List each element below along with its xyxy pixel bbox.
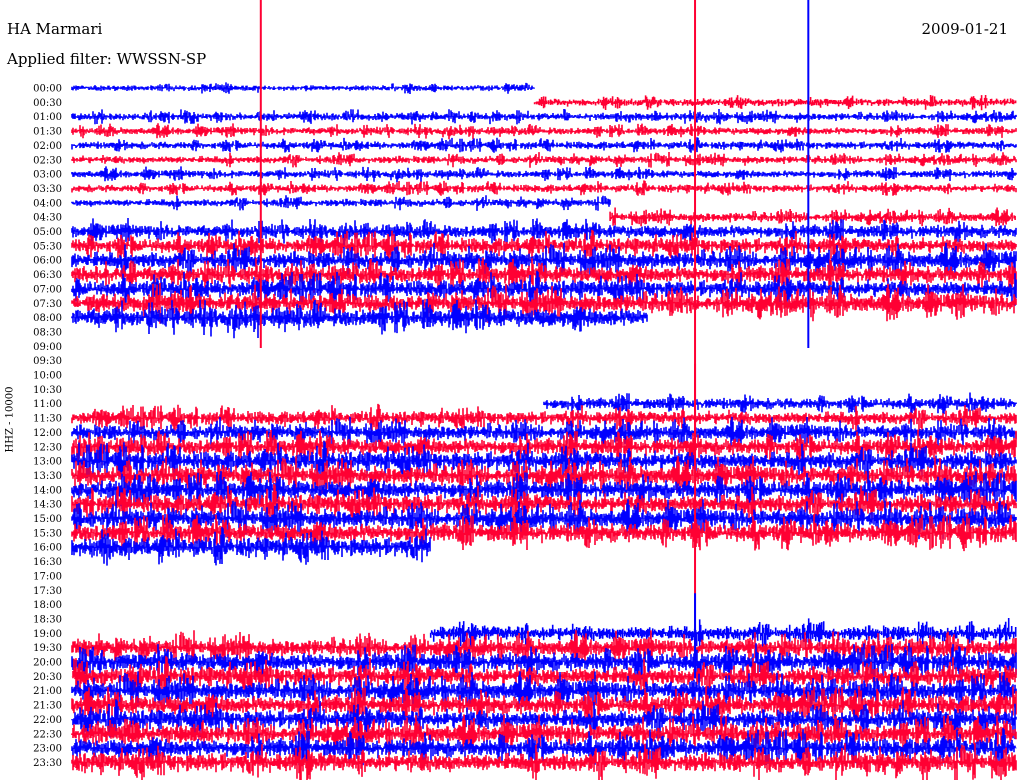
time-tick-label: 12:30 bbox=[33, 442, 62, 453]
time-tick-label: 08:00 bbox=[33, 313, 62, 324]
time-tick-label: 09:30 bbox=[33, 356, 62, 367]
time-tick-label: 11:30 bbox=[33, 414, 62, 425]
time-tick-label: 10:00 bbox=[33, 371, 62, 382]
time-tick-label: 21:30 bbox=[33, 701, 62, 712]
time-tick-label: 15:30 bbox=[33, 528, 62, 539]
trace-row-0430 bbox=[609, 207, 1016, 227]
helicorder-plot: 00:00 00:30 01:00 01:30 02:00 02:30 03:00 03:30… bbox=[33, 0, 1017, 780]
trace-row-1130 bbox=[71, 403, 1017, 432]
time-tick-label: 23:00 bbox=[33, 744, 62, 755]
time-tick-label: 14:30 bbox=[33, 500, 62, 511]
time-tick-label: 01:30 bbox=[33, 127, 62, 138]
trace-row-0330 bbox=[71, 180, 1017, 196]
time-tick-label: 00:30 bbox=[33, 98, 62, 109]
time-tick-label: 03:30 bbox=[33, 184, 62, 195]
time-tick-label: 21:00 bbox=[33, 686, 62, 697]
time-tick-label: 11:00 bbox=[33, 399, 62, 410]
trace-row-0130 bbox=[71, 123, 1017, 140]
time-tick-label: 10:30 bbox=[33, 385, 62, 396]
time-tick-label: 14:00 bbox=[33, 485, 62, 496]
time-tick-label: 05:00 bbox=[33, 227, 62, 238]
time-tick-label: 16:30 bbox=[33, 557, 62, 568]
time-tick-label: 19:00 bbox=[33, 629, 62, 640]
time-tick-label: 13:00 bbox=[33, 457, 62, 468]
trace-row-0000 bbox=[71, 82, 535, 94]
time-tick-label: 04:00 bbox=[33, 198, 62, 209]
time-tick-label: 18:00 bbox=[33, 600, 62, 611]
time-tick-label: 01:00 bbox=[33, 112, 62, 123]
time-tick-label: 18:30 bbox=[33, 614, 62, 625]
time-tick-label: 17:00 bbox=[33, 571, 62, 582]
trace-row-0300 bbox=[71, 166, 1017, 183]
time-tick-label: 06:30 bbox=[33, 270, 62, 281]
time-tick-label: 22:00 bbox=[33, 715, 62, 726]
time-tick-label: 20:30 bbox=[33, 672, 62, 683]
time-tick-label: 15:00 bbox=[33, 514, 62, 525]
trace-row-0230 bbox=[71, 152, 1017, 168]
trace-row-0200 bbox=[71, 137, 1017, 153]
trace-row-0030 bbox=[533, 95, 1017, 111]
time-tick-label: 02:30 bbox=[33, 155, 62, 166]
time-tick-label: 07:30 bbox=[33, 299, 62, 310]
time-tick-label: 03:00 bbox=[33, 170, 62, 181]
time-tick-label: 09:00 bbox=[33, 342, 62, 353]
time-tick-label: 16:00 bbox=[33, 543, 62, 554]
time-tick-label: 05:30 bbox=[33, 241, 62, 252]
time-tick-label: 23:30 bbox=[33, 758, 62, 769]
time-tick-label: 08:30 bbox=[33, 327, 62, 338]
time-tick-label: 17:30 bbox=[33, 586, 62, 597]
time-tick-label: 06:00 bbox=[33, 256, 62, 267]
time-tick-label: 02:00 bbox=[33, 141, 62, 152]
trace-row-0400 bbox=[71, 195, 611, 211]
time-tick-label: 22:30 bbox=[33, 729, 62, 740]
time-tick-label: 00:00 bbox=[33, 84, 62, 95]
time-tick-label: 20:00 bbox=[33, 658, 62, 669]
time-tick-label: 13:30 bbox=[33, 471, 62, 482]
time-tick-label: 07:00 bbox=[33, 284, 62, 295]
time-tick-label: 12:00 bbox=[33, 428, 62, 439]
time-tick-label: 04:30 bbox=[33, 213, 62, 224]
trace-row-0100 bbox=[71, 109, 1017, 125]
time-tick-label: 19:30 bbox=[33, 643, 62, 654]
